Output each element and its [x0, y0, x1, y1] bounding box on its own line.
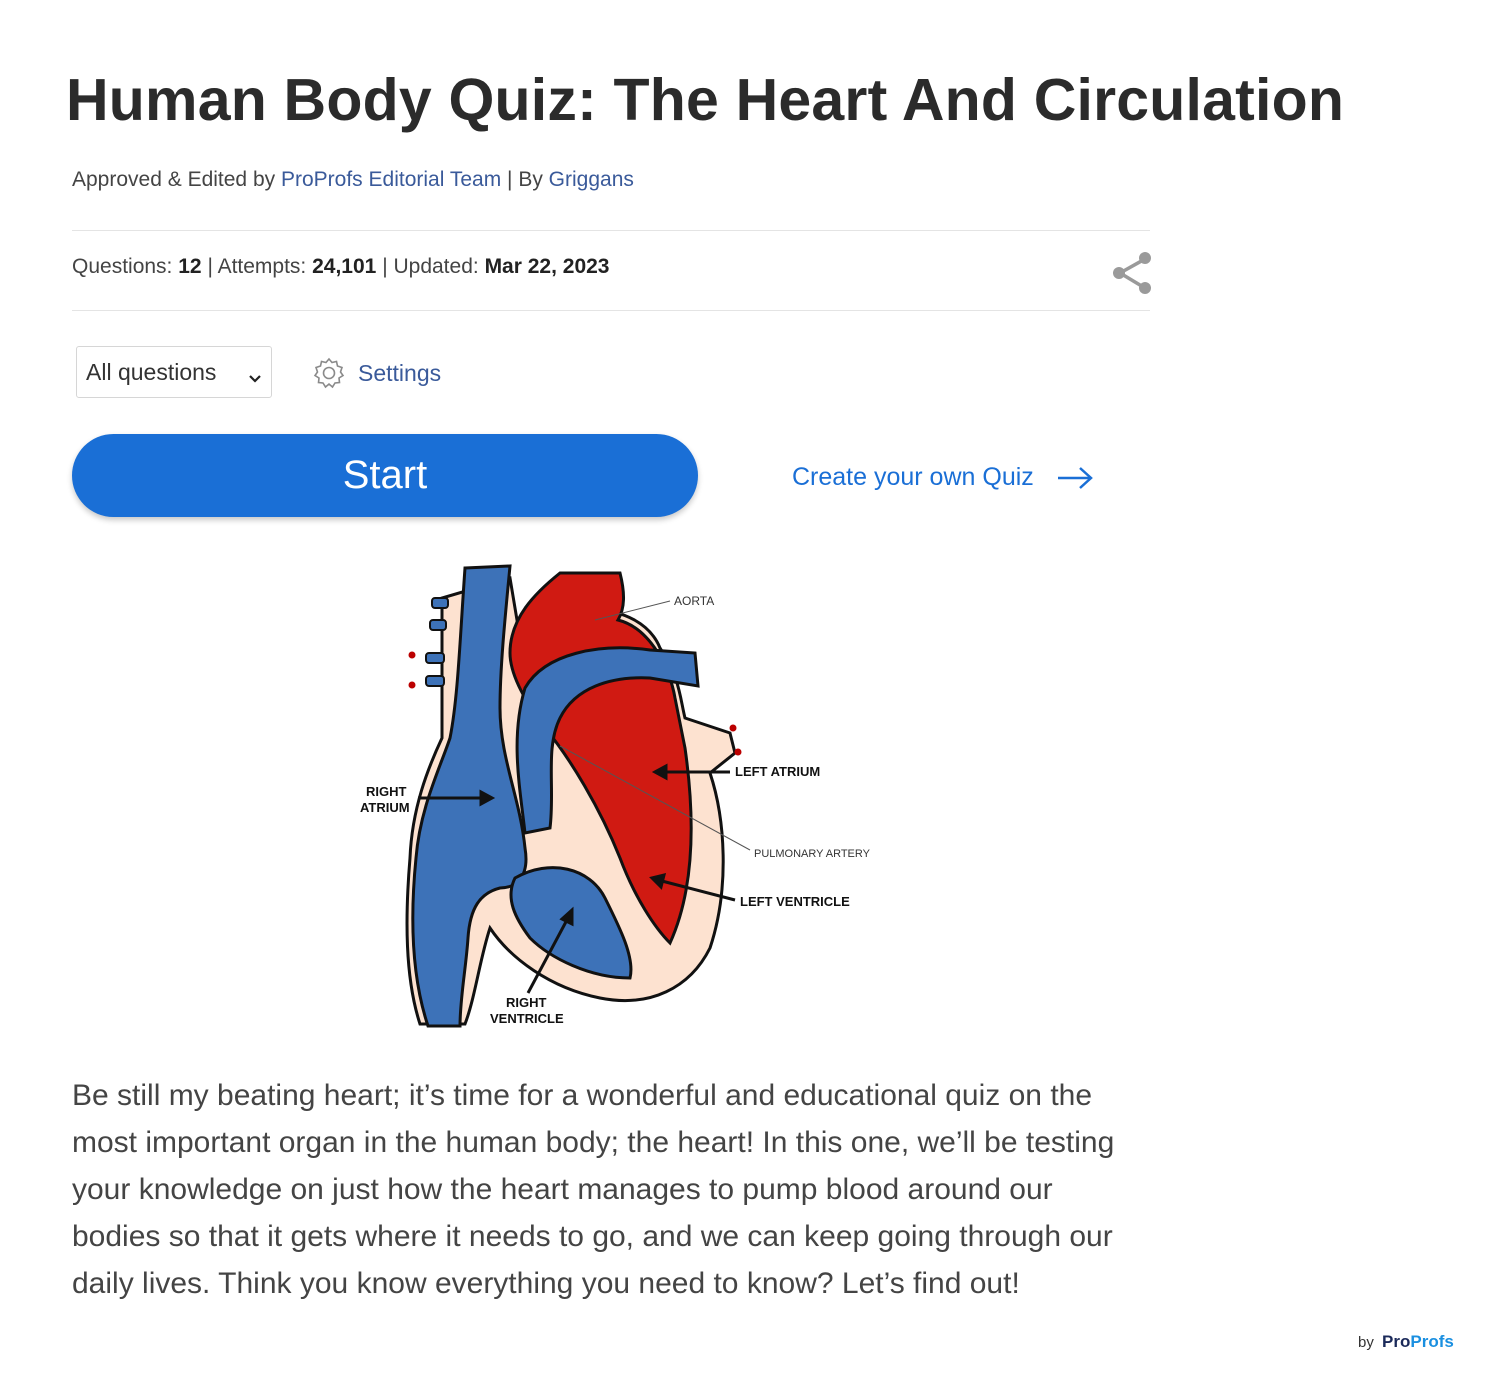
chevron-down-icon [247, 364, 263, 391]
questions-label: Questions: [72, 255, 173, 278]
start-button[interactable]: Start [72, 434, 698, 517]
gear-icon [313, 357, 345, 389]
question-filter-select[interactable]: All questions [76, 346, 272, 398]
questions-count: 12 [178, 255, 202, 278]
divider-top [72, 230, 1150, 231]
editor-link[interactable]: ProProfs Editorial Team [281, 168, 501, 191]
proprofs-logo: ProProfs [1382, 1332, 1454, 1351]
author-link[interactable]: Griggans [549, 168, 634, 191]
attempts-count: 24,101 [312, 255, 377, 278]
right-atrium-label-line1: RIGHT [366, 784, 407, 799]
filter-selected-value: All questions [86, 358, 217, 385]
right-atrium-label-line2: ATRIUM [360, 800, 410, 815]
arrow-right-icon [1057, 466, 1093, 489]
byline-prefix: Approved & Edited by [72, 168, 276, 191]
attempts-label: | Attempts: [207, 255, 307, 278]
right-ventricle-label-line1: RIGHT [506, 995, 547, 1010]
byline-separator: | By [507, 168, 543, 191]
footer-by: by [1358, 1334, 1374, 1351]
aorta-label: AORTA [674, 594, 714, 608]
left-ventricle-label: LEFT VENTRICLE [740, 894, 850, 909]
left-atrium-label: LEFT ATRIUM [735, 764, 820, 779]
powered-by[interactable]: by ProProfs [1358, 1332, 1454, 1352]
heart-diagram: AORTA LEFT ATRIUM RIGHT ATRIUM PULMONARY… [360, 564, 871, 1028]
updated-date: Mar 22, 2023 [484, 255, 610, 278]
share-icon[interactable] [1110, 250, 1154, 296]
quiz-description: Be still my beating heart; it’s time for… [72, 1079, 1115, 1300]
right-ventricle-label-line2: VENTRICLE [490, 1011, 564, 1026]
settings-button[interactable]: Settings [312, 356, 441, 390]
create-quiz-link[interactable]: Create your own Quiz [792, 463, 1094, 492]
byline: Approved & Edited by ProProfs Editorial … [72, 168, 634, 192]
pulmonary-artery-label: PULMONARY ARTERY [754, 848, 871, 860]
page-title: Human Body Quiz: The Heart And Circulati… [66, 67, 1345, 133]
divider-bottom [72, 310, 1150, 311]
quiz-stats: Questions: 12 | Attempts: 24,101 | Updat… [72, 255, 610, 279]
create-quiz-label: Create your own Quiz [792, 463, 1034, 491]
updated-label: | Updated: [382, 255, 479, 278]
settings-label: Settings [358, 359, 442, 386]
